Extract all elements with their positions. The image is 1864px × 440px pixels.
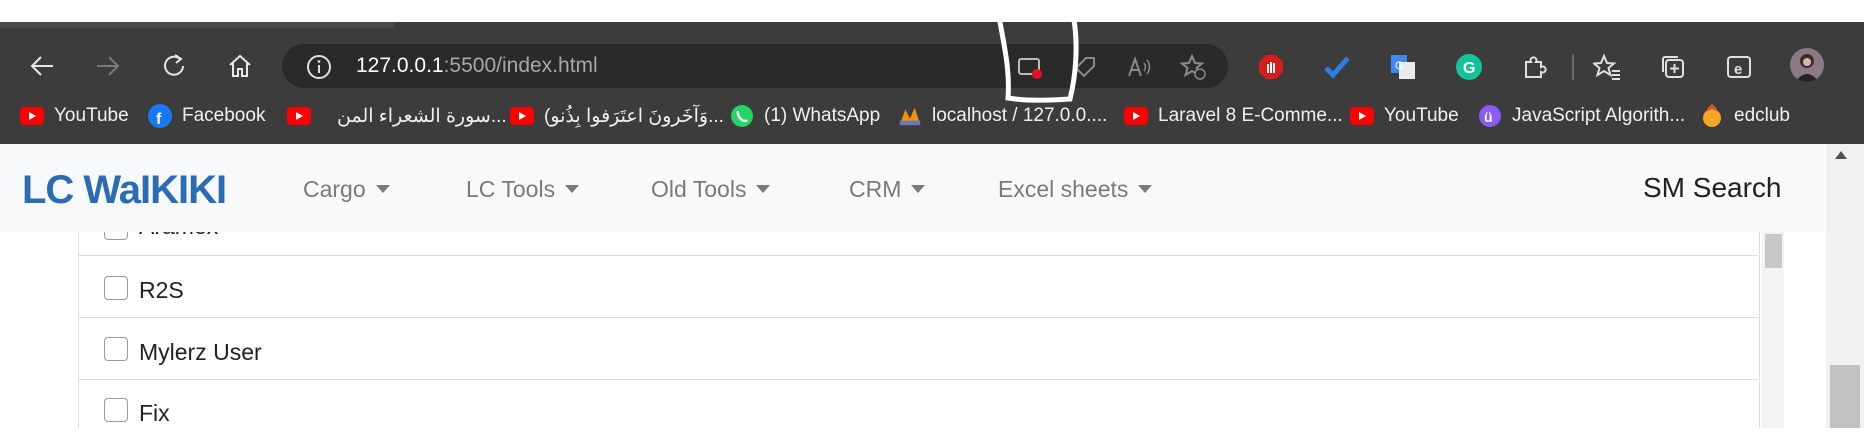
forward-button[interactable] [88, 46, 128, 86]
menu-lc-tools-overlay[interactable]: LC Tools [466, 176, 580, 203]
menu-label: Cargo [303, 176, 366, 202]
youtube-icon [1350, 104, 1374, 128]
checkmark-extension-icon[interactable] [1320, 50, 1354, 84]
svg-text:f: f [156, 111, 162, 128]
favorites-icon[interactable] [1590, 50, 1624, 84]
svg-text:G: G [1463, 60, 1475, 77]
translate-icon[interactable]: G [1386, 50, 1420, 84]
youtube-icon [287, 104, 311, 128]
extensions-puzzle-icon[interactable] [1518, 50, 1552, 84]
svg-text:e: e [1734, 61, 1742, 78]
youtube-icon [1124, 104, 1148, 128]
menu-excel-sheets-overlay[interactable]: Excel sheets [998, 176, 1153, 203]
menu-label: Excel sheets [998, 176, 1129, 202]
toolbar-divider [1572, 54, 1574, 80]
scribble-annotation [997, 17, 1079, 103]
grammarly-icon[interactable]: G [1452, 50, 1486, 84]
url-path: :5500/index.html [443, 54, 598, 77]
bookmark-youtube[interactable]: YouTube [20, 103, 129, 129]
list-item-label: Fix [139, 400, 170, 426]
read-aloud-icon[interactable] [1122, 50, 1156, 84]
bookmark-label: سورة الشعراء المن... [337, 105, 507, 127]
menu-old-tools-overlay[interactable]: Old Tools [651, 176, 771, 203]
caret-down-icon [1138, 184, 1153, 193]
whatsapp-icon [730, 104, 754, 128]
caret-down-icon [375, 184, 390, 193]
bookmark-label: edclub [1734, 105, 1790, 126]
bookmark-javascript[interactable]: ü JavaScript Algorith... [1478, 103, 1685, 129]
bookmark-edclub[interactable]: edclub [1700, 103, 1790, 129]
svg-text:ü: ü [1484, 109, 1493, 125]
list-item[interactable] [78, 317, 1758, 378]
url-host: 127.0.0.1 [356, 54, 444, 77]
youtube-icon [20, 104, 44, 128]
bookmark-facebook[interactable]: f Facebook [148, 103, 265, 129]
list-item-label: Mylerz User [139, 339, 262, 365]
bookmark-laravel[interactable]: Laravel 8 E-Comme... [1124, 103, 1343, 129]
bookmark-label: (وَآخَرونَ اعتَرَفوا بِذُنو... [544, 105, 724, 127]
bookmark-youtube-ayah[interactable]: (وَآخَرونَ اعتَرَفوا بِذُنو... [510, 103, 724, 129]
menu-crm-overlay[interactable]: CRM [849, 176, 926, 203]
bookmark-label: Facebook [182, 105, 266, 126]
checkbox[interactable] [104, 398, 128, 422]
phpmyadmin-icon [898, 104, 922, 128]
youtube-icon [510, 104, 534, 128]
ie-mode-icon[interactable]: e [1722, 50, 1756, 84]
avatar-icon [1795, 54, 1819, 82]
arrow-left-icon [30, 56, 53, 76]
freecodecamp-icon: ü [1478, 104, 1502, 128]
facebook-icon: f [148, 104, 172, 128]
reload-button[interactable] [154, 46, 194, 86]
menu-cargo-overlay[interactable]: Cargo [303, 176, 390, 203]
home-button[interactable] [220, 46, 260, 86]
list-scrollbar-thumb[interactable] [1765, 234, 1782, 268]
url-text[interactable]: 127.0.0.1:5500/index.html [356, 54, 598, 78]
list-item-label: R2S [139, 277, 184, 303]
bookmark-label: YouTube [1384, 105, 1459, 126]
bookmark-label: YouTube [54, 105, 129, 126]
bookmark-localhost[interactable]: localhost / 127.0.0.... [898, 103, 1107, 129]
reload-icon [164, 54, 184, 76]
caret-down-icon [565, 184, 580, 193]
list-item[interactable] [78, 255, 1758, 316]
back-button[interactable] [22, 46, 62, 86]
checkbox[interactable] [104, 337, 128, 361]
menu-label: LC Tools [466, 176, 556, 202]
site-info-icon[interactable] [306, 54, 332, 85]
bookmark-label: Laravel 8 E-Comme... [1158, 105, 1343, 126]
bookmark-youtube-2[interactable]: YouTube [1350, 103, 1459, 129]
bookmark-whatsapp[interactable]: (1) WhatsApp [730, 103, 880, 129]
adblock-icon[interactable] [1254, 50, 1288, 84]
bookmark-youtube-surah[interactable]: سورة الشعراء المن... [287, 103, 507, 129]
bookmark-label: JavaScript Algorith... [1512, 105, 1686, 126]
list-item[interactable] [78, 379, 1758, 440]
page-scrollbar-thumb[interactable] [1830, 365, 1860, 428]
collections-icon[interactable] [1656, 50, 1690, 84]
arrow-right-icon [97, 56, 120, 76]
checkbox[interactable] [104, 276, 128, 300]
caret-down-icon [911, 184, 926, 193]
caret-down-icon [756, 184, 771, 193]
add-favorite-icon[interactable] [1176, 50, 1210, 84]
bookmark-label: localhost / 127.0.0.... [932, 105, 1108, 126]
profile-avatar[interactable] [1790, 48, 1824, 82]
sm-search-link-overlay[interactable]: SM Search [1643, 172, 1782, 204]
svg-text:G: G [1395, 60, 1404, 72]
scroll-up-arrow-icon[interactable] [1835, 151, 1847, 159]
menu-label: Old Tools [651, 176, 747, 202]
bookmark-label: (1) WhatsApp [764, 105, 881, 126]
brand-logo-overlay[interactable]: LC WaIKIKI [22, 168, 227, 213]
menu-label: CRM [849, 176, 902, 202]
edclub-icon [1700, 104, 1724, 128]
home-icon [229, 54, 251, 77]
